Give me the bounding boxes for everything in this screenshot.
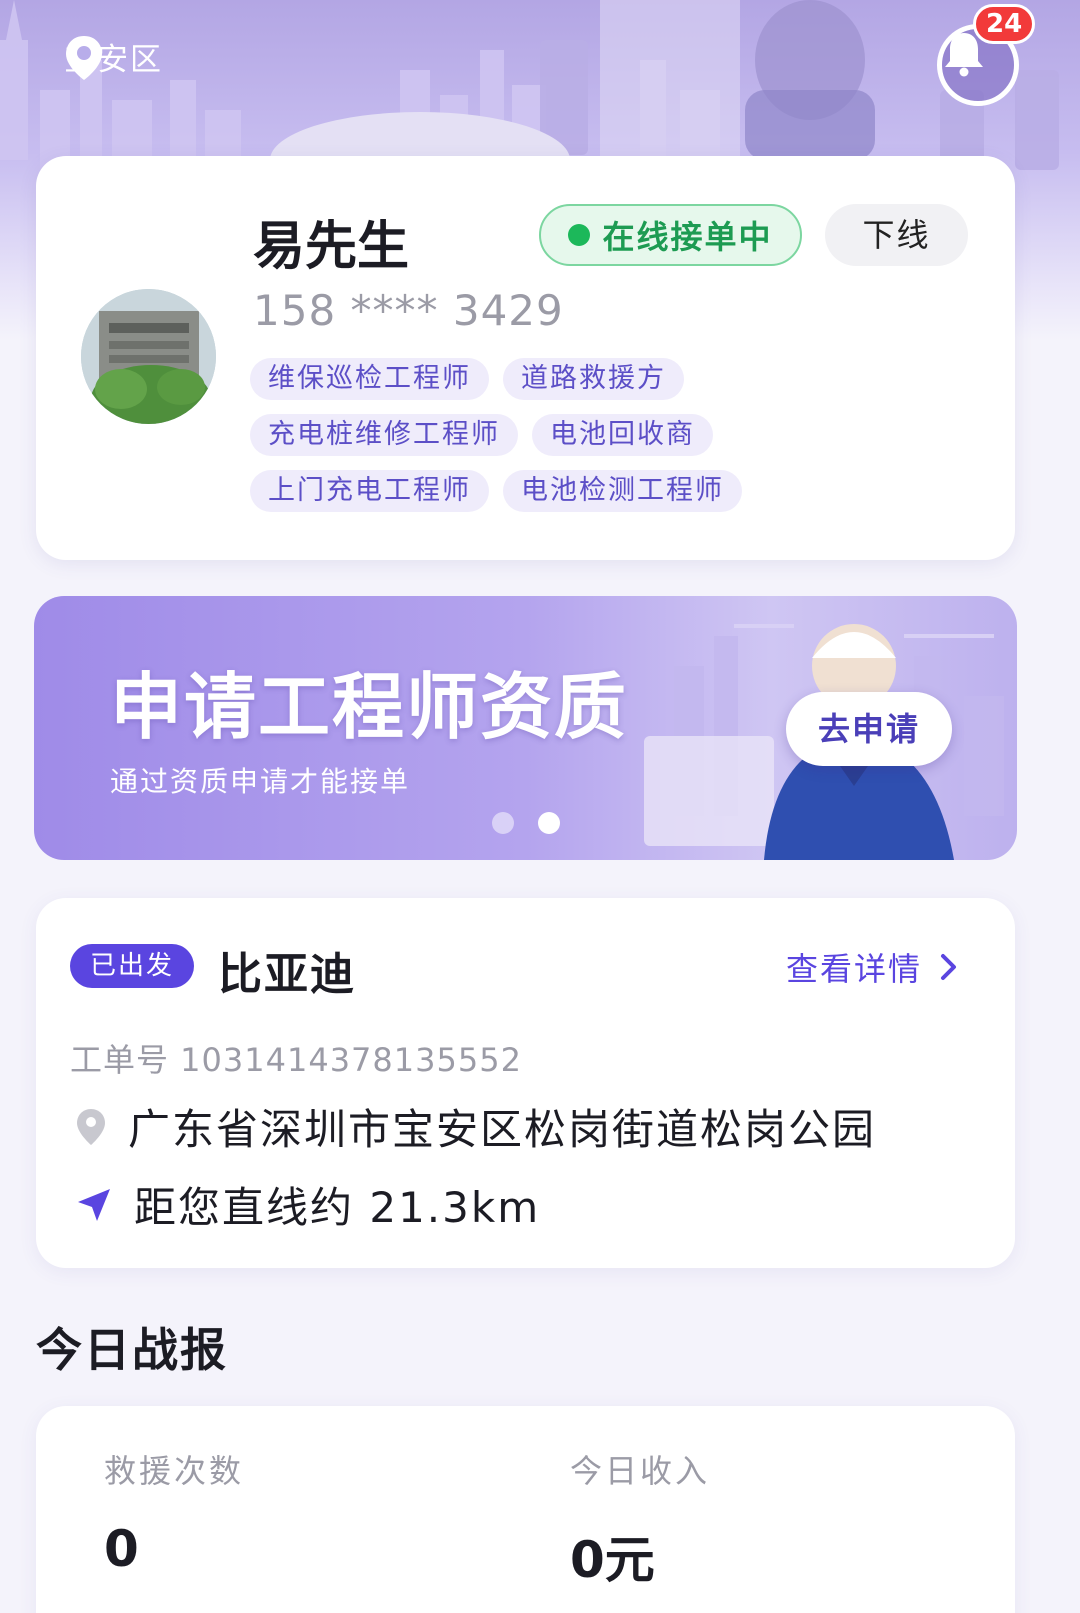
section-title-today-report: 今日战报 [36, 1323, 228, 1377]
navigation-arrow-icon [78, 1188, 110, 1221]
notification-badge: 24 [973, 4, 1036, 44]
address-text: 广东省深圳市宝安区松岗街道松岗公园 [128, 1105, 877, 1154]
avatar[interactable] [81, 289, 216, 424]
today-stats-card: 救援次数 0 今日收入 0元 [36, 1406, 1015, 1613]
phone-number: 158 **** 3429 [253, 286, 564, 335]
order-status-badge: 已出发 [70, 944, 194, 988]
online-status-pill: 在线接单中 [539, 204, 802, 266]
vehicle-brand: 比亚迪 [218, 949, 356, 1000]
distance-row: 距您直线约 21.3km [76, 1174, 540, 1235]
role-tag: 道路救援方 [503, 358, 684, 400]
role-tags: 维保巡检工程师 道路救援方 充电桩维修工程师 电池回收商 上门充电工程师 电池检… [250, 358, 810, 512]
stat-today-income: 今日收入 0元 [570, 1446, 710, 1592]
role-tag: 电池检测工程师 [503, 470, 742, 512]
stat-value: 0元 [570, 1531, 655, 1589]
order-number: 工单号 1031414378135552 [70, 1041, 522, 1079]
location-selector[interactable]: 宝安区 [64, 34, 163, 80]
location-pin-icon [77, 1108, 105, 1145]
stat-value: 0 [104, 1520, 139, 1578]
go-offline-button[interactable]: 下线 [825, 204, 968, 266]
avatar-photo [81, 289, 216, 424]
carousel-indicator [492, 812, 560, 834]
carousel-dot-active[interactable] [538, 812, 560, 834]
chevron-right-icon [941, 954, 957, 980]
stat-label: 救援次数 [104, 1452, 245, 1490]
role-tag: 充电桩维修工程师 [250, 414, 518, 456]
online-status-label: 在线接单中 [602, 218, 773, 256]
role-tag: 上门充电工程师 [250, 470, 489, 512]
distance-text: 距您直线约 21.3km [134, 1183, 541, 1232]
apply-button[interactable]: 去申请 [786, 692, 952, 766]
role-tag: 维保巡检工程师 [250, 358, 489, 400]
stat-label: 今日收入 [570, 1452, 711, 1490]
role-tag: 电池回收商 [532, 414, 713, 456]
profile-card: 易先生 在线接单中 下线 158 **** 3429 维保巡检工程师 道路救援方… [36, 156, 1015, 560]
user-name: 易先生 [253, 217, 410, 277]
address-row: 广东省深圳市宝安区松岗街道松岗公园 [76, 1096, 876, 1157]
carousel-dot[interactable] [492, 812, 514, 834]
banner-title: 申请工程师资质 [110, 665, 629, 749]
work-order-card[interactable]: 已出发 比亚迪 查看详情 工单号 1031414378135552 广东省深圳市… [36, 898, 1015, 1268]
stat-rescue-count: 救援次数 0 [104, 1446, 244, 1578]
banner-subtitle: 通过资质申请才能接单 [110, 765, 411, 798]
online-dot-icon [568, 224, 591, 246]
location-pin-icon [66, 36, 102, 80]
view-details-link[interactable]: 查看详情 [786, 944, 958, 990]
view-details-label: 查看详情 [786, 950, 923, 988]
app-screen: 宝安区 24 易先生 在线接单中 下线 158 **** 3429 维保巡检工程… [0, 0, 1080, 1613]
qualification-banner[interactable]: 申请工程师资质 通过资质申请才能接单 去申请 [34, 596, 1017, 860]
